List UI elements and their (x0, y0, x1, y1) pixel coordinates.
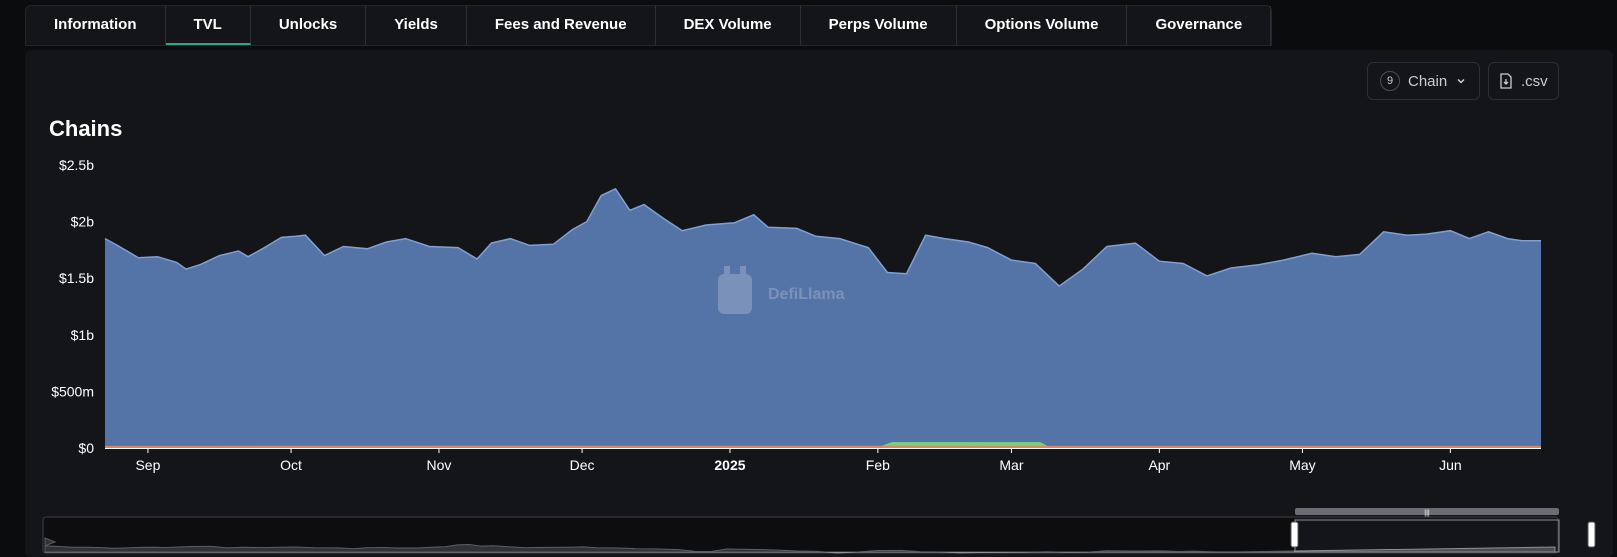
chevron-down-icon (1457, 78, 1465, 84)
chart-title: Chains (49, 116, 123, 141)
csv-label: .csv (1521, 72, 1548, 90)
tab-tvl[interactable]: TVL (165, 6, 251, 45)
navigator-handle-left[interactable] (1290, 521, 1299, 548)
chart-panel: 9 Chain .csv Chains (25, 50, 1613, 557)
chain-count-badge: 9 (1380, 71, 1400, 91)
chain-select-label: Chain (1408, 72, 1448, 90)
file-download-icon (1500, 73, 1512, 89)
tab-bar: Information TVL Unlocks Yields Fees and Reve… (25, 5, 1273, 46)
chain-select-button[interactable]: 9 Chain (1367, 62, 1481, 100)
tab-unlocks[interactable]: Unlocks (251, 6, 367, 45)
tab-information[interactable]: Information (26, 6, 166, 45)
navigator-handle-right[interactable] (1587, 521, 1596, 548)
tab-fees-and-revenue[interactable]: Fees and Revenue (467, 6, 656, 45)
navigator-scrollbar[interactable] (1295, 508, 1559, 515)
csv-download-button[interactable]: .csv (1488, 62, 1559, 100)
tab-governance[interactable]: Governance (1127, 6, 1272, 45)
tab-perps-volume[interactable]: Perps Volume (801, 6, 957, 45)
tab-options-volume[interactable]: Options Volume (957, 6, 1128, 45)
tab-dex-volume[interactable]: DEX Volume (656, 6, 801, 45)
tab-yields[interactable]: Yields (366, 6, 467, 45)
